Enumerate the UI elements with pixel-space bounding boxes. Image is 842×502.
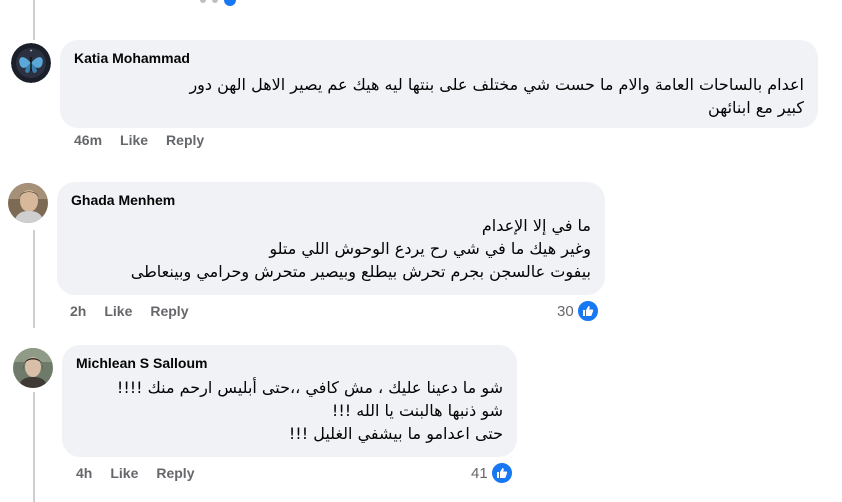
comment-author[interactable]: Ghada Menhem [71, 191, 175, 209]
comment-text: شو ما دعينا عليك ، مش كافي ،،حتى أبليس ا… [76, 376, 503, 445]
like-reaction-icon [489, 461, 514, 485]
comment-actions: 2h Like Reply [70, 303, 188, 319]
avatar[interactable] [8, 183, 48, 223]
reply-button[interactable]: Reply [166, 132, 204, 148]
thread-line [33, 230, 35, 328]
like-button[interactable]: Like [120, 132, 148, 148]
comment-bubble: Katia Mohammad اعدام بالساحات العامة وال… [60, 40, 818, 128]
like-reaction-icon [575, 299, 600, 323]
thread-line [33, 0, 35, 40]
reaction-summary[interactable]: 30 [557, 299, 600, 323]
person-avatar-icon [13, 348, 53, 388]
comment-bubble: Ghada Menhem ما في إلا الإعدام وغير هيك … [57, 182, 605, 295]
like-button[interactable]: Like [104, 303, 132, 319]
previous-comment-fragment [200, 0, 236, 6]
like-reaction-icon [224, 0, 236, 6]
comment-text-line: اعدام بالساحات العامة والام ما حست شي مخ… [189, 75, 804, 94]
reply-button[interactable]: Reply [150, 303, 188, 319]
butterfly-avatar-icon: ✦ [11, 43, 51, 83]
like-button[interactable]: Like [110, 465, 138, 481]
reaction-summary[interactable]: 41 [471, 461, 514, 485]
comment-author[interactable]: Michlean S Salloum [76, 354, 207, 372]
comment-timestamp[interactable]: 4h [76, 465, 92, 481]
comment-timestamp[interactable]: 2h [70, 303, 86, 319]
comment-actions: 4h Like Reply [76, 465, 194, 481]
comment-text-line: ما في إلا الإعدام [481, 216, 591, 235]
dot-icon [212, 0, 218, 3]
comment-text-line: وغير هيك ما في شي رح يردع الوحوش اللي مت… [269, 239, 591, 258]
comment-text-line: شو ما دعينا عليك ، مش كافي ،،حتى أبليس ا… [116, 378, 503, 397]
avatar[interactable]: ✦ [11, 43, 51, 83]
comment-bubble: Michlean S Salloum شو ما دعينا عليك ، مش… [62, 345, 517, 457]
comment-actions: 46m Like Reply [74, 132, 204, 148]
dot-icon [200, 0, 206, 3]
comment-text-line: حتى اعدامو ما بيشفي الغليل !!! [288, 424, 503, 443]
reaction-count: 41 [471, 464, 488, 482]
reply-button[interactable]: Reply [156, 465, 194, 481]
comment-text-line: شو ذنبها هالبنت يا الله !!! [331, 401, 503, 420]
comment-timestamp[interactable]: 46m [74, 132, 102, 148]
thread-line [33, 392, 35, 502]
comment-text: ما في إلا الإعدام وغير هيك ما في شي رح ي… [71, 214, 591, 283]
comment-author[interactable]: Katia Mohammad [74, 49, 190, 67]
comment-text-line: بيفوت عالسجن بجرم تحرش بيطلع وبيصير متحر… [130, 262, 591, 281]
comment-text-line: كبير مع ابنائهن [708, 98, 804, 117]
comment-text: اعدام بالساحات العامة والام ما حست شي مخ… [74, 73, 804, 119]
person-avatar-icon [8, 183, 48, 223]
reaction-count: 30 [557, 302, 574, 320]
avatar[interactable] [13, 348, 53, 388]
